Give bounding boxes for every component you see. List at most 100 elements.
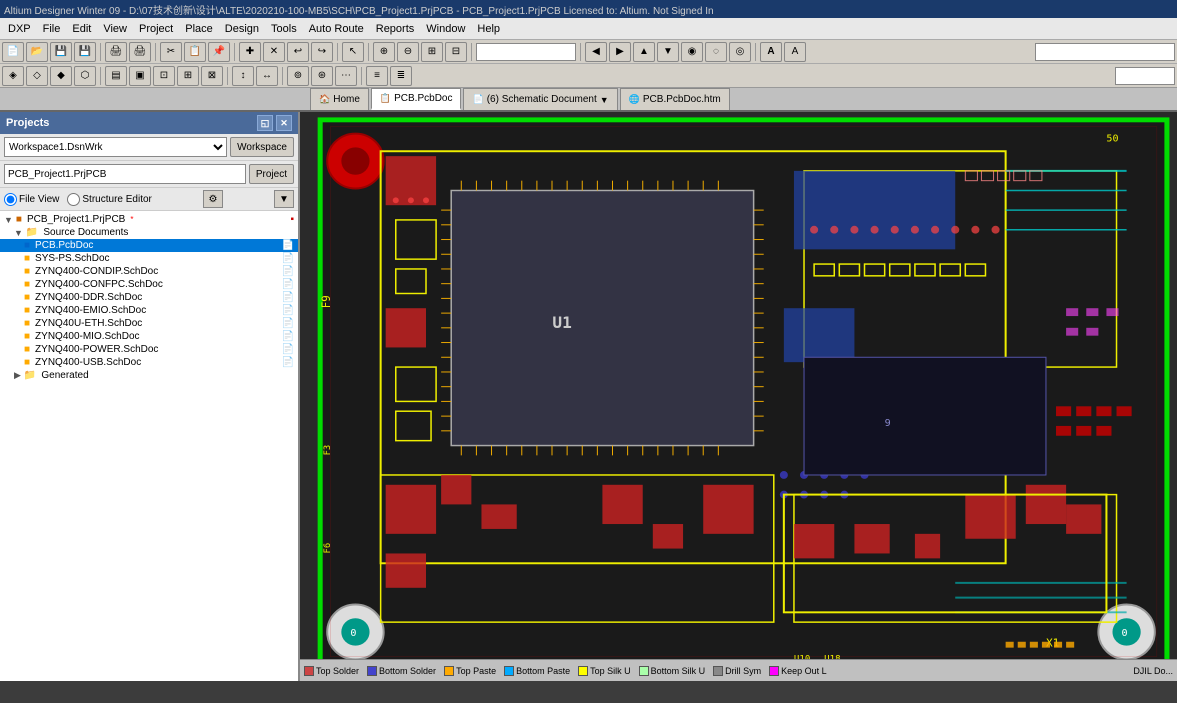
tree-usb[interactable]: ■ ZYNQ400-USB.SchDoc 📄 bbox=[0, 356, 298, 369]
save-state-input[interactable]: (Not Saved) bbox=[476, 43, 576, 61]
menu-autoroute[interactable]: Auto Route bbox=[303, 21, 370, 37]
tb2-btn16[interactable]: ≣ bbox=[390, 66, 412, 86]
layer-drill[interactable]: Drill Sym bbox=[709, 665, 765, 677]
layer-top-paste[interactable]: Top Paste bbox=[440, 665, 500, 677]
layer-top-solder[interactable]: Top Solder bbox=[300, 665, 363, 677]
copy-btn[interactable]: 📋 bbox=[184, 42, 206, 62]
nav-back-btn[interactable]: ◀ bbox=[585, 42, 607, 62]
zoom-out-btn[interactable]: ⊖ bbox=[397, 42, 419, 62]
tb2-btn4[interactable]: ⬡ bbox=[74, 66, 96, 86]
layer-keepout[interactable]: Keep Out L bbox=[765, 665, 831, 677]
tab-pcbhtm[interactable]: 🌐 PCB.PcbDoc.htm bbox=[620, 88, 730, 110]
file-view-radio[interactable]: File View bbox=[4, 193, 59, 206]
zoom-in-btn[interactable]: ⊕ bbox=[373, 42, 395, 62]
new-btn[interactable]: 📄 bbox=[2, 42, 24, 62]
tb2-btn15[interactable]: ≡ bbox=[366, 66, 388, 86]
tb2-btn3[interactable]: ◆ bbox=[50, 66, 72, 86]
expand-project[interactable]: ▼ bbox=[4, 215, 13, 225]
print-btn[interactable]: 🖨 bbox=[105, 42, 127, 62]
tree-eth[interactable]: ■ ZYNQ40U-ETH.SchDoc 📄 bbox=[0, 317, 298, 330]
tb2-btn2[interactable]: ◇ bbox=[26, 66, 48, 86]
panel-close-btn[interactable]: ✕ bbox=[276, 115, 292, 131]
tree-sysps[interactable]: ■ SYS-PS.SchDoc 📄 bbox=[0, 252, 298, 265]
menu-view[interactable]: View bbox=[97, 21, 133, 37]
undo-btn[interactable]: ↩ bbox=[287, 42, 309, 62]
open-btn[interactable]: 📂 bbox=[26, 42, 48, 62]
menu-reports[interactable]: Reports bbox=[370, 21, 421, 37]
expand-generated[interactable]: ▶ bbox=[14, 370, 21, 381]
tab-schematic-dropdown[interactable]: ▼ bbox=[600, 95, 609, 105]
tree-generated[interactable]: ▶ 📁 Generated bbox=[0, 369, 298, 382]
menu-edit[interactable]: Edit bbox=[66, 21, 97, 37]
tb2-btn13[interactable]: ⊛ bbox=[311, 66, 333, 86]
tb2-btn10[interactable]: ↕ bbox=[232, 66, 254, 86]
tb2-btn8[interactable]: ⊞ bbox=[177, 66, 199, 86]
paste-btn[interactable]: 📌 bbox=[208, 42, 230, 62]
tree-ddr[interactable]: ■ ZYNQ400-DDR.SchDoc 📄 bbox=[0, 291, 298, 304]
modified-marker: * bbox=[130, 215, 133, 224]
cross-btn[interactable]: ✚ bbox=[239, 42, 261, 62]
nav3-btn[interactable]: ◉ bbox=[681, 42, 703, 62]
tree-power[interactable]: ■ ZYNQ400-POWER.SchDoc 📄 bbox=[0, 343, 298, 356]
pcb-canvas-area[interactable]: 0 0 bbox=[300, 112, 1177, 681]
tb2-btn14[interactable]: ⋯ bbox=[335, 66, 357, 86]
zoom-sel-btn[interactable]: ⊟ bbox=[445, 42, 467, 62]
menu-dxp[interactable]: DXP bbox=[2, 21, 37, 37]
project-button[interactable]: Project bbox=[249, 164, 294, 184]
panel-float-btn[interactable]: ◱ bbox=[257, 115, 273, 131]
view-icon-btn2[interactable]: ▼ bbox=[274, 190, 294, 208]
layer-bottom-paste[interactable]: Bottom Paste bbox=[500, 665, 574, 677]
nav5-btn[interactable]: ◎ bbox=[729, 42, 751, 62]
structure-editor-radio[interactable]: Structure Editor bbox=[67, 193, 151, 206]
tb2-btn12[interactable]: ⊚ bbox=[287, 66, 309, 86]
tree-confpc[interactable]: ■ ZYNQ400-CONFPC.SchDoc 📄 bbox=[0, 278, 298, 291]
tree-source-docs[interactable]: ▼ 📁 Source Documents bbox=[0, 226, 298, 239]
view-icon-btn1[interactable]: ⚙ bbox=[203, 190, 223, 208]
print2-btn[interactable]: 🖨 bbox=[129, 42, 151, 62]
tree-pcbdoc[interactable]: ■ PCB.PcbDoc 📄 bbox=[0, 239, 298, 252]
layer-top-silk[interactable]: Top Silk U bbox=[574, 665, 635, 677]
tree-project[interactable]: ▼ ■ PCB_Project1.PrjPCB * ▪ bbox=[0, 213, 298, 226]
font2-btn[interactable]: A bbox=[784, 42, 806, 62]
menu-window[interactable]: Window bbox=[420, 21, 471, 37]
font-btn[interactable]: A bbox=[760, 42, 782, 62]
menu-place[interactable]: Place bbox=[179, 21, 219, 37]
workspace-select[interactable]: Workspace1.DsnWrk bbox=[4, 137, 227, 157]
path-input[interactable]: D:\07技术创新\设 bbox=[1035, 43, 1175, 61]
menu-project[interactable]: Project bbox=[133, 21, 179, 37]
zoom-fit-btn[interactable]: ⊞ bbox=[421, 42, 443, 62]
tab-schematic[interactable]: 📄 (6) Schematic Document ▼ bbox=[463, 88, 617, 110]
layer-bottom-solder[interactable]: Bottom Solder bbox=[363, 665, 440, 677]
nav-up-btn[interactable]: ▲ bbox=[633, 42, 655, 62]
nav-fwd-btn[interactable]: ▶ bbox=[609, 42, 631, 62]
pcb-file-icon: ■ bbox=[24, 240, 30, 251]
tab-pcbdoc[interactable]: 📋 PCB.PcbDoc bbox=[371, 88, 462, 110]
tb2-btn1[interactable]: ◈ bbox=[2, 66, 24, 86]
workspace-button[interactable]: Workspace bbox=[230, 137, 294, 157]
redo-btn[interactable]: ↪ bbox=[311, 42, 333, 62]
tb2-btn7[interactable]: ⊡ bbox=[153, 66, 175, 86]
tb2-btn9[interactable]: ⊠ bbox=[201, 66, 223, 86]
tree-condip[interactable]: ■ ZYNQ400-CONDIP.SchDoc 📄 bbox=[0, 265, 298, 278]
menu-file[interactable]: File bbox=[37, 21, 67, 37]
cut-btn[interactable]: ✂ bbox=[160, 42, 182, 62]
save-all-btn[interactable]: 💾 bbox=[74, 42, 96, 62]
save-btn[interactable]: 💾 bbox=[50, 42, 72, 62]
tb2-btn6[interactable]: ▣ bbox=[129, 66, 151, 86]
nav4-btn[interactable]: ◌ bbox=[705, 42, 727, 62]
menu-design[interactable]: Design bbox=[219, 21, 265, 37]
nav-dn-btn[interactable]: ▼ bbox=[657, 42, 679, 62]
tab-home[interactable]: 🏠 Home bbox=[310, 88, 369, 110]
menu-tools[interactable]: Tools bbox=[265, 21, 303, 37]
filter-input[interactable]: (All) bbox=[1115, 67, 1175, 85]
menu-help[interactable]: Help bbox=[471, 21, 506, 37]
cursor-btn[interactable]: ↖ bbox=[342, 42, 364, 62]
expand-source[interactable]: ▼ bbox=[14, 228, 23, 238]
tree-mio[interactable]: ■ ZYNQ400-MIO.SchDoc 📄 bbox=[0, 330, 298, 343]
layer-bottom-silk[interactable]: Bottom Silk U bbox=[635, 665, 710, 677]
tb2-btn11[interactable]: ↔ bbox=[256, 66, 278, 86]
tree-emio[interactable]: ■ ZYNQ400-EMIO.SchDoc 📄 bbox=[0, 304, 298, 317]
x-btn[interactable]: ✕ bbox=[263, 42, 285, 62]
project-input[interactable]: PCB_Project1.PrjPCB bbox=[4, 164, 246, 184]
tb2-btn5[interactable]: ▤ bbox=[105, 66, 127, 86]
